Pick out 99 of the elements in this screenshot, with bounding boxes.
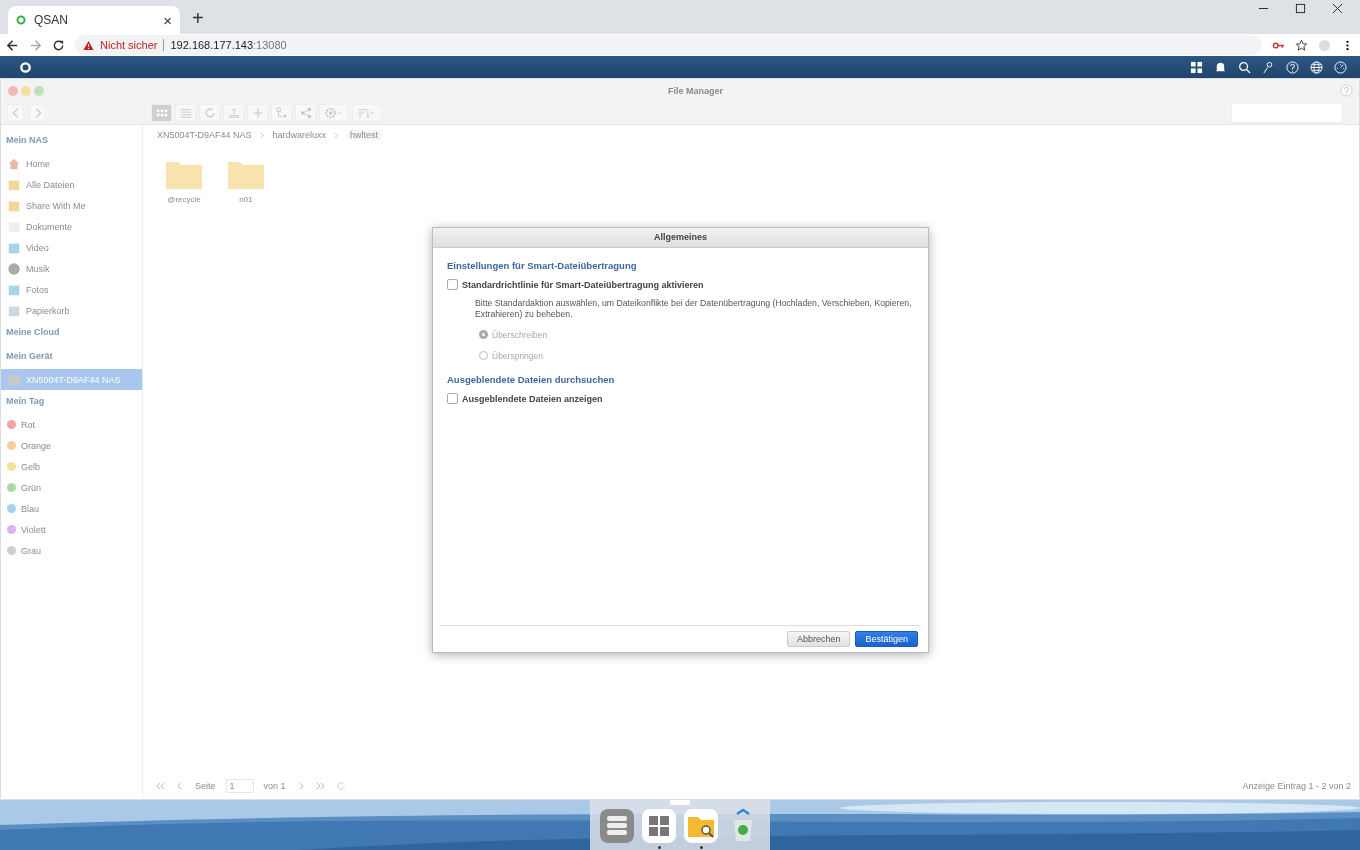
browser-tab[interactable]: QSAN × — [8, 6, 180, 34]
tag-item[interactable]: Gelb — [1, 456, 142, 477]
folder-item[interactable]: n01 — [225, 159, 267, 204]
sidebar-item[interactable]: Musik — [1, 258, 142, 279]
option-description: Bitte Standardaktion auswählen, um Dateikonflikte bei der Datenübertragung (Hochladen, Verschieben, Kopieren, Extrahieren) zu beheben. — [475, 298, 913, 320]
address-bar[interactable]: Nicht sicher 192.168.177.143:13080 — [75, 35, 1262, 55]
tag-item[interactable]: Grau — [1, 540, 142, 561]
section-heading: Einstellungen für Smart-Dateiübertragung — [447, 260, 638, 271]
search-field[interactable] — [1231, 103, 1343, 123]
radio-label: Überschreiben — [492, 329, 548, 340]
home-icon — [7, 156, 21, 171]
dialog-title: Allgemeines — [433, 228, 928, 248]
list-icon — [179, 107, 192, 119]
tag-label: Blau — [21, 503, 39, 514]
tag-label: Orange — [21, 440, 52, 451]
checkbox[interactable]: Standardrichtlinie für Smart-Dateiübertragung aktivieren — [447, 279, 914, 290]
new-tab-button[interactable]: + — [192, 7, 204, 30]
breadcrumb-item[interactable]: hardwareluxx — [272, 130, 327, 140]
window-title: File Manager — [667, 85, 724, 96]
share-button[interactable] — [295, 104, 316, 122]
forward-button[interactable] — [29, 104, 46, 122]
plus-icon — [251, 107, 264, 119]
apps-grid-icon[interactable] — [641, 807, 677, 844]
tag-item[interactable]: Grün — [1, 477, 142, 498]
tag-item[interactable]: Rot — [1, 414, 142, 435]
sidebar-heading: Mein Gerät — [5, 350, 54, 363]
upload-icon — [227, 107, 240, 119]
grid-view-button[interactable] — [151, 104, 172, 122]
tag-item[interactable]: Violett — [1, 519, 142, 540]
checkbox-box[interactable] — [447, 279, 458, 290]
sidebar-item[interactable]: Fotos — [1, 279, 142, 300]
page-count: von 1 — [263, 781, 286, 791]
sidebar-heading: Mein NAS — [5, 134, 49, 147]
tab-title: QSAN — [34, 13, 69, 27]
connector-icon — [275, 107, 288, 119]
section-heading: Ausgeblendete Dateien durchsuchen — [447, 374, 616, 385]
entry-summary: Anzeige Eintrag 1 - 2 von 2 — [1242, 781, 1351, 791]
chevron-icon — [259, 131, 265, 139]
first-page-icon[interactable] — [155, 781, 165, 791]
search-icon[interactable] — [1238, 60, 1251, 74]
close-icon[interactable] — [1332, 3, 1343, 14]
page-field[interactable]: 1 — [225, 779, 254, 793]
forward-icon[interactable] — [29, 38, 42, 52]
gauge-icon[interactable] — [1334, 60, 1347, 74]
site-icon — [16, 15, 26, 25]
settings-button[interactable] — [319, 104, 349, 122]
bell-icon[interactable] — [1214, 60, 1227, 74]
sidebar-item[interactable]: Home — [1, 153, 142, 174]
breadcrumb-item[interactable]: hwltest — [347, 130, 382, 140]
grid-icon — [155, 107, 168, 119]
profile-icon[interactable] — [1318, 38, 1331, 52]
radio-label: Überspringen — [492, 350, 544, 361]
sort-button[interactable] — [352, 104, 382, 122]
add-button[interactable] — [247, 104, 268, 122]
storage-icon[interactable] — [599, 807, 635, 844]
reload-icon[interactable] — [52, 38, 65, 52]
upload-button[interactable] — [223, 104, 244, 122]
logo-icon[interactable] — [19, 60, 32, 74]
sidebar-item[interactable]: Video — [1, 237, 142, 258]
close-tab-button[interactable]: × — [163, 11, 172, 29]
globe-icon[interactable] — [1310, 60, 1323, 74]
breadcrumb-item[interactable]: XN5004T-D9AF44 NAS — [157, 130, 252, 140]
refresh-icon — [203, 107, 216, 119]
chevron-icon — [334, 131, 340, 139]
file-manager-icon[interactable] — [683, 807, 719, 844]
last-page-icon[interactable] — [315, 781, 326, 791]
back-icon[interactable] — [6, 38, 19, 52]
tag-label: Gelb — [21, 461, 40, 472]
tag-item[interactable]: Orange — [1, 435, 142, 456]
checkbox-box[interactable] — [447, 393, 458, 404]
sort-icon — [357, 107, 377, 119]
star-icon[interactable] — [1295, 38, 1308, 52]
refresh-button[interactable] — [199, 104, 220, 122]
widgets-icon[interactable] — [1190, 60, 1203, 74]
tag-label: Rot — [21, 419, 35, 430]
sidebar-heading: Mein Tag — [5, 395, 46, 408]
tag-label: Grün — [21, 482, 41, 493]
back-button[interactable] — [7, 104, 24, 122]
warning-icon — [83, 39, 94, 51]
refresh-icon[interactable] — [335, 781, 346, 791]
sidebar-item[interactable]: Papierkorb — [1, 300, 142, 321]
confirm-button[interactable]: Bestätigen — [855, 631, 918, 647]
list-view-button[interactable] — [175, 104, 196, 122]
tag-label: Violett — [21, 524, 46, 535]
page-label: Seite — [195, 781, 216, 791]
sidebar-item[interactable]: Alle Dateien — [1, 174, 142, 195]
disc-icon — [7, 261, 21, 276]
sidebar-item[interactable]: Share With Me — [1, 195, 142, 216]
checkbox[interactable]: Ausgeblendete Dateien anzeigen — [447, 393, 914, 404]
cancel-button[interactable]: Abbrechen — [786, 631, 851, 647]
connect-button[interactable] — [271, 104, 292, 122]
share-icon — [299, 107, 312, 119]
tag-label: Grau — [21, 545, 41, 556]
sidebar-heading: Meine Cloud — [5, 326, 61, 339]
settings-icon — [324, 107, 344, 119]
tag-item[interactable]: Blau — [1, 498, 142, 519]
folder-item[interactable]: @recycle — [163, 159, 205, 204]
maximize-icon[interactable] — [1295, 3, 1306, 14]
sidebar-item[interactable]: Dokumente — [1, 216, 142, 237]
